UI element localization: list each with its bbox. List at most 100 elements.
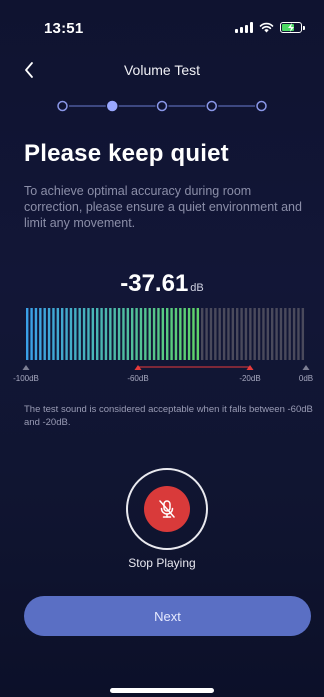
meter-bar-active [161, 308, 165, 360]
meter-bar-active [192, 308, 195, 360]
meter-bar-active [82, 308, 86, 360]
acceptable-range-note: The test sound is considered acceptable … [24, 404, 313, 428]
volume-test-screen: 13:51 Volume Test Please keep quiet To a… [0, 0, 324, 697]
stop-playing-label: Stop Playing [128, 556, 196, 570]
db-reading-unit: dB [190, 282, 204, 294]
meter-bar-inactive [249, 308, 252, 360]
meter-bar-inactive [257, 308, 261, 360]
meter-bar-active [26, 308, 29, 360]
scale-marker-triangle [22, 365, 30, 370]
meter-bar-active [131, 308, 134, 360]
meter-bar-active [39, 308, 42, 360]
status-time: 13:51 [44, 20, 84, 37]
meter-bar-inactive [240, 308, 243, 360]
meter-bar-active [78, 308, 81, 360]
volume-meter [26, 308, 305, 360]
step-dot-current [107, 100, 118, 112]
meter-bar-active [56, 308, 60, 360]
meter-bar-active [183, 308, 186, 360]
meter-bar-inactive [301, 308, 305, 360]
meter-bar-active [96, 308, 99, 360]
meter-bar-inactive [262, 308, 265, 360]
meter-tick-label: -20dB [239, 374, 261, 383]
meter-bar-inactive [201, 308, 204, 360]
meter-bar-active [157, 308, 160, 360]
meter-bar-active [74, 308, 77, 360]
meter-bar-inactive [222, 308, 226, 360]
step-dot [57, 100, 68, 112]
signal-icon [235, 22, 253, 33]
meter-bar-inactive [244, 308, 248, 360]
meter-bar-active [47, 308, 51, 360]
meter-bar-active [91, 308, 95, 360]
battery-charging-icon [280, 22, 305, 33]
meter-bar-inactive [227, 308, 230, 360]
meter-bar-active [104, 308, 108, 360]
status-bar: 13:51 [0, 0, 324, 50]
wifi-icon [259, 22, 274, 33]
scale-marker-triangle [302, 365, 310, 370]
meter-bar-active [122, 308, 125, 360]
meter-bar-inactive [209, 308, 213, 360]
meter-bar-active [187, 308, 191, 360]
meter-bar-inactive [266, 308, 270, 360]
stop-playing-button[interactable] [126, 468, 208, 550]
step-indicator [57, 100, 267, 112]
meter-bar-inactive [279, 308, 283, 360]
meter-tick-label: 0dB [298, 374, 314, 383]
meter-tick-label: -60dB [127, 374, 149, 383]
meter-bar-inactive [205, 308, 208, 360]
meter-bar-active [43, 308, 46, 360]
meter-bar-inactive [271, 308, 274, 360]
meter-bar-active [61, 308, 64, 360]
meter-scale: -100dB -60dB -20dB 0dB [0, 362, 324, 390]
meter-bar-inactive [292, 308, 296, 360]
meter-bar-active [113, 308, 116, 360]
meter-bar-active [34, 308, 38, 360]
meter-bar-active [126, 308, 130, 360]
db-reading-value: -37.61 [120, 270, 189, 297]
meter-tick-label: -100dB [13, 374, 39, 383]
meter-bar-inactive [275, 308, 278, 360]
meter-bar-active [30, 308, 33, 360]
meter-bar-active [69, 308, 73, 360]
page-description: To achieve optimal accuracy during room … [24, 184, 302, 230]
meter-bar-inactive [236, 308, 239, 360]
meter-bar-active [174, 308, 178, 360]
step-dot [206, 100, 217, 112]
navigation-bar: Volume Test [0, 52, 324, 88]
meter-bar-active [65, 308, 68, 360]
meter-bar-active [139, 308, 143, 360]
meter-bar-active [196, 308, 200, 360]
meter-bar-inactive [288, 308, 291, 360]
meter-bar-active [166, 308, 169, 360]
meter-bar-active [52, 308, 55, 360]
next-button[interactable]: Next [24, 596, 311, 636]
meter-bar-active [179, 308, 182, 360]
meter-bar-inactive [253, 308, 256, 360]
db-reading: -37.61 dB [0, 270, 324, 298]
meter-bar-active [152, 308, 156, 360]
page-title: Please keep quiet [24, 140, 229, 167]
microphone-off-icon [159, 500, 175, 518]
step-dot [156, 100, 168, 112]
meter-bar-active [170, 308, 173, 360]
meter-bar-inactive [284, 308, 287, 360]
meter-bar-inactive [218, 308, 221, 360]
meter-bar-active [87, 308, 90, 360]
meter-bar-inactive [214, 308, 217, 360]
meter-bar-active [144, 308, 147, 360]
meter-scale-markers [22, 365, 310, 370]
meter-bar-active [135, 308, 138, 360]
meter-bar-inactive [231, 308, 235, 360]
status-icons [235, 22, 305, 33]
meter-bar-active [117, 308, 121, 360]
meter-bar-active [100, 308, 103, 360]
home-indicator [110, 688, 214, 693]
step-dot [256, 100, 267, 112]
nav-title: Volume Test [123, 62, 200, 78]
stop-playing-button-inner [144, 486, 190, 532]
meter-bar-active [148, 308, 151, 360]
meter-bar-inactive [297, 308, 300, 360]
meter-bar-active [109, 308, 112, 360]
